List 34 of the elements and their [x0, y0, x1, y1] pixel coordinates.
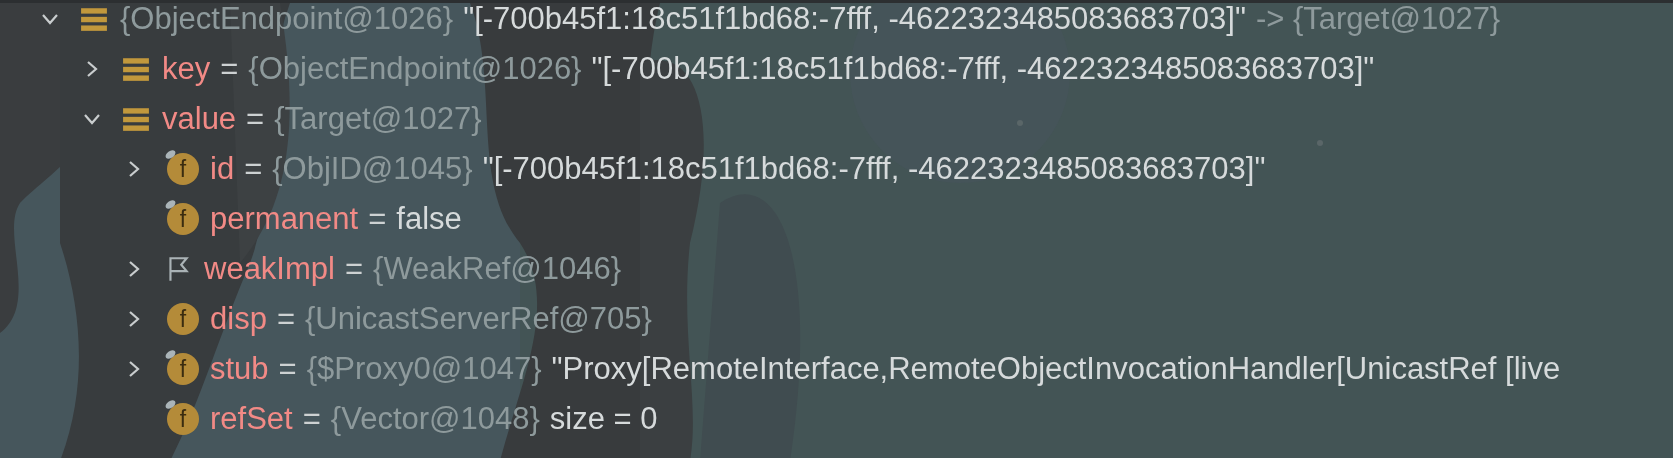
equals-sign: =	[302, 401, 321, 437]
variable-name: weakImpl	[204, 251, 335, 287]
variable-value: "[-700b45f1:18c51f1bd68:-7fff, -4622323485083683703]"	[591, 51, 1375, 87]
stack-icon	[122, 55, 150, 83]
equals-sign: =	[368, 201, 387, 237]
variable-value: "Proxy[RemoteInterface,RemoteObjectInvocationHandler[UnicastRef [live	[551, 351, 1561, 387]
variable-value: size = 0	[549, 401, 658, 437]
variable-name: refSet	[210, 401, 293, 437]
variable-type: {$Proxy0@1047}	[306, 351, 542, 387]
variable-name: stub	[210, 351, 269, 387]
variable-type: {Vector@1048}	[330, 401, 540, 437]
variable-type: {Target@1027}	[274, 101, 482, 137]
equals-sign: =	[246, 101, 265, 137]
equals-sign: =	[278, 351, 297, 387]
variable-value: false	[396, 201, 462, 237]
reference-target: -> {Target@1027}	[1255, 3, 1501, 37]
variable-type: {ObjectEndpoint@1026}	[120, 3, 454, 37]
variable-value: "[-700b45f1:18c51f1bd68:-7fff, -4622323485083683703]"	[463, 3, 1246, 37]
equals-sign: =	[344, 251, 364, 287]
variable-type: {UnicastServerRef@705}	[305, 301, 652, 337]
variable-name: key	[162, 51, 211, 87]
variable-type: {ObjID@1045}	[272, 151, 473, 187]
equals-sign: =	[276, 301, 295, 337]
variable-name: permanent	[210, 201, 359, 237]
variable-value: "[-700b45f1:18c51f1bd68:-7fff, -4622323485083683703]"	[482, 151, 1266, 187]
equals-sign: =	[220, 51, 239, 87]
variable-name: id	[210, 151, 235, 187]
stack-icon	[122, 105, 150, 133]
equals-sign: =	[244, 151, 263, 187]
variable-type: {WeakRef@1046}	[373, 251, 622, 287]
variable-type: {ObjectEndpoint@1026}	[248, 51, 582, 87]
variable-name: value	[162, 101, 237, 137]
stack-icon	[80, 5, 108, 33]
variable-name: disp	[210, 301, 267, 337]
